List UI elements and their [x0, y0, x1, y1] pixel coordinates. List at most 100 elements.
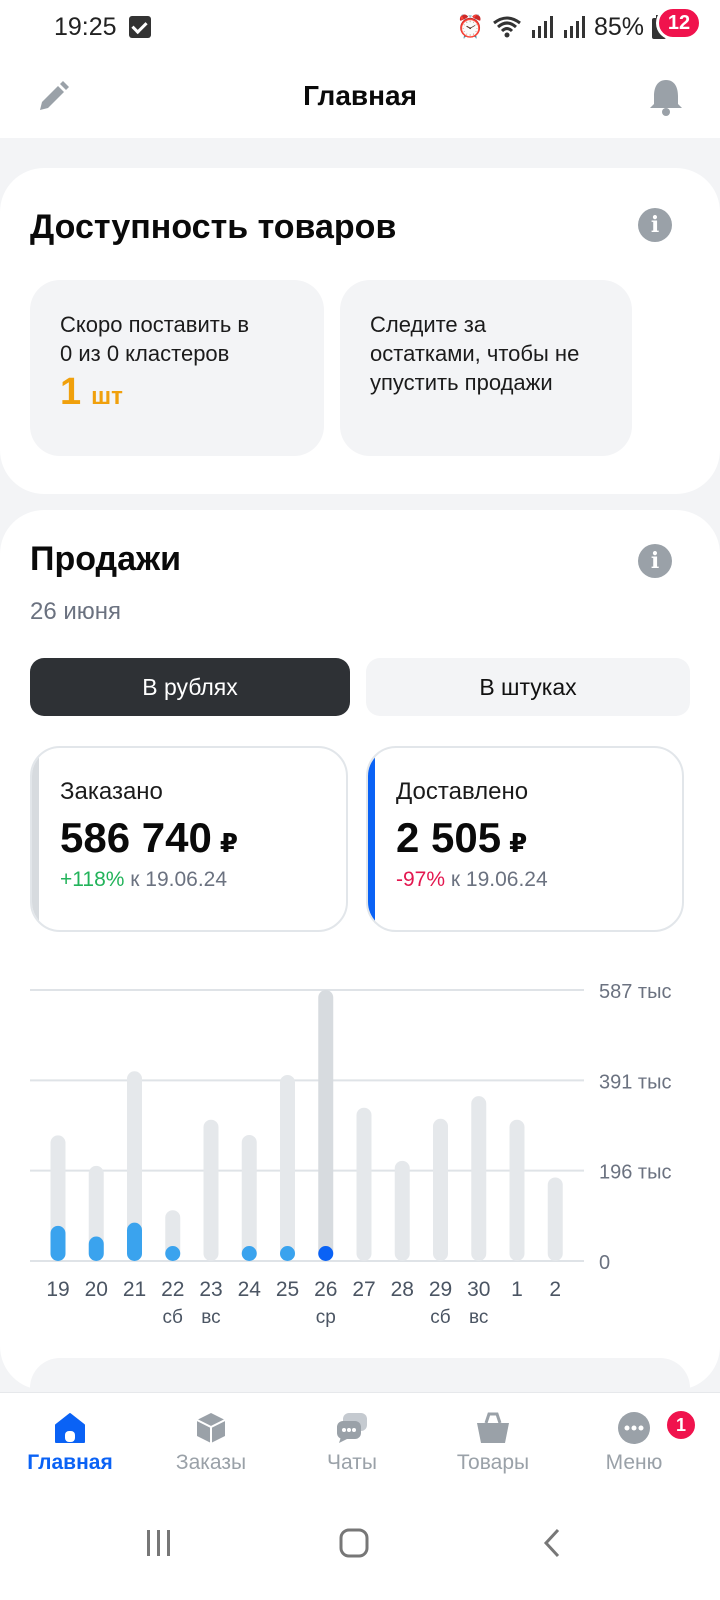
bar-fill: [127, 1222, 142, 1261]
signal-icon: [531, 16, 553, 38]
delivered-delta-suffix: к 19.06.24: [450, 868, 548, 891]
x-tick-label: 26: [314, 1278, 337, 1301]
ordered-stat-card[interactable]: Заказано 586 740 ₽ +118% к 19.06.24: [30, 746, 348, 932]
wifi-icon: [493, 16, 521, 38]
more-icon: [618, 1412, 650, 1444]
alarm-icon: ⏰: [456, 14, 484, 39]
x-day-label: ср: [316, 1307, 336, 1328]
bar-track: [433, 1118, 448, 1261]
basket-icon: [477, 1412, 509, 1443]
delivered-stat-card[interactable]: Доставлено 2 505 ₽ -97% к 19.06.24: [366, 746, 684, 932]
notifications-badge[interactable]: 12: [656, 6, 702, 40]
bar-track: [547, 1177, 563, 1261]
availability-title: Доступность товаров: [30, 208, 397, 246]
delivered-value: 2 505: [396, 814, 502, 861]
top-app-bar: Главная: [0, 54, 720, 138]
bar-fill: [241, 1246, 257, 1261]
x-tick-label: 28: [391, 1278, 414, 1301]
tab-home[interactable]: Главная: [0, 1411, 140, 1475]
delivered-label: Доставлено: [396, 778, 529, 805]
sales-chart[interactable]: 587 тыс391 тыс196 тыс019 20 21 22сб23вс24 25…: [0, 980, 720, 1380]
ordered-delta-suffix: к 19.06.24: [130, 868, 228, 891]
x-day-label: сб: [430, 1307, 451, 1328]
x-day-label: вс: [201, 1307, 220, 1328]
availability-card: Доступность товаров i Скоро поставить в …: [0, 168, 720, 494]
restock-tile[interactable]: Скоро поставить в 0 из 0 кластеров 1 шт: [30, 280, 324, 456]
bar-track: [394, 1160, 410, 1261]
delivered-delta: -97%: [396, 868, 446, 891]
bar-fill: [88, 1236, 104, 1261]
x-tick-label: 20: [85, 1278, 108, 1301]
info-icon[interactable]: i: [638, 208, 672, 242]
bar-fill: [165, 1246, 181, 1261]
system-nav-bar: [0, 1502, 720, 1600]
ordered-label: Заказано: [60, 778, 163, 805]
x-tick-label: 29: [429, 1278, 452, 1301]
back-icon[interactable]: [542, 1528, 562, 1558]
delivered-stripe: [368, 748, 375, 930]
checkbox-notification-icon: [128, 16, 151, 38]
restock-count: 1 шт: [60, 371, 294, 413]
x-tick-label: 30: [467, 1278, 490, 1301]
x-tick-label: 21: [123, 1278, 146, 1301]
signal-icon-2: [563, 16, 585, 38]
ordered-delta-row: +118% к 19.06.24: [60, 868, 318, 892]
bar-fill: [50, 1225, 66, 1261]
bar-track: [509, 1119, 525, 1261]
delivered-currency: ₽: [509, 828, 528, 858]
ordered-delta: +118%: [60, 868, 125, 891]
ordered-stripe: [32, 748, 39, 930]
restock-value: 1: [60, 371, 82, 413]
sales-title: Продажи: [30, 540, 182, 578]
bell-icon[interactable]: [648, 76, 684, 116]
ordered-value-row: 586 740 ₽: [60, 814, 318, 862]
delivered-value-row: 2 505 ₽: [396, 814, 654, 862]
x-tick-label: 24: [238, 1278, 262, 1301]
status-time: 19:25: [54, 12, 117, 41]
y-tick-label: 196 тыс: [599, 1162, 671, 1184]
bar-track: [280, 1074, 295, 1261]
x-tick-label: 2: [549, 1278, 561, 1301]
tab-home-label: Главная: [27, 1451, 113, 1474]
x-day-label: вс: [469, 1307, 488, 1328]
stock-tip-text: Следите за остатками, чтобы не упустить …: [370, 312, 580, 395]
x-tick-label: 1: [511, 1278, 523, 1301]
tab-products-label: Товары: [456, 1451, 530, 1474]
page-title: Главная: [303, 80, 417, 111]
recents-icon[interactable]: [144, 1528, 174, 1558]
home-nav-icon[interactable]: [339, 1528, 369, 1558]
x-tick-label: 22: [161, 1278, 184, 1301]
status-right: ⏰ 85%: [457, 13, 666, 42]
tab-menu-label: Меню: [605, 1451, 663, 1474]
bar-track: [356, 1107, 372, 1261]
y-tick-label: 587 тыс: [599, 981, 671, 1003]
restock-unit: шт: [91, 383, 123, 410]
toggle-rubles[interactable]: В рублях: [30, 658, 350, 716]
chat-icon: [337, 1413, 367, 1443]
toggle-pieces[interactable]: В штуках: [366, 658, 690, 716]
bar-track: [471, 1096, 487, 1261]
bar-track: [241, 1134, 257, 1261]
x-tick-label: 25: [276, 1278, 299, 1301]
sales-card: Продажи i 26 июня В рублях В штуках Зака…: [0, 510, 720, 1390]
stock-tip-tile[interactable]: Следите за остатками, чтобы не упустить …: [340, 280, 632, 456]
tab-orders[interactable]: Заказы: [141, 1411, 281, 1475]
pencil-icon[interactable]: [36, 80, 70, 114]
x-tick-label: 27: [352, 1278, 375, 1301]
box-icon: [196, 1413, 226, 1443]
tab-chats[interactable]: Чаты: [282, 1411, 422, 1475]
info-icon[interactable]: i: [638, 544, 672, 578]
x-tick-label: 19: [46, 1278, 69, 1301]
bar-track: [203, 1119, 219, 1261]
y-tick-label: 0: [599, 1252, 610, 1274]
bar-fill: [318, 1246, 334, 1261]
tab-products[interactable]: Товары: [423, 1411, 563, 1475]
menu-badge: 1: [664, 1408, 698, 1442]
bottom-tab-bar: Главная Заказы Чаты Товары Меню: [0, 1392, 720, 1502]
home-icon: [55, 1413, 85, 1443]
bar-track: [318, 990, 334, 1261]
ordered-currency: ₽: [219, 828, 238, 858]
restock-line2: 0 из 0 кластеров: [60, 341, 230, 366]
status-bar: 19:25 ⏰ 85%: [0, 0, 720, 54]
y-tick-label: 391 тыс: [599, 1071, 671, 1093]
